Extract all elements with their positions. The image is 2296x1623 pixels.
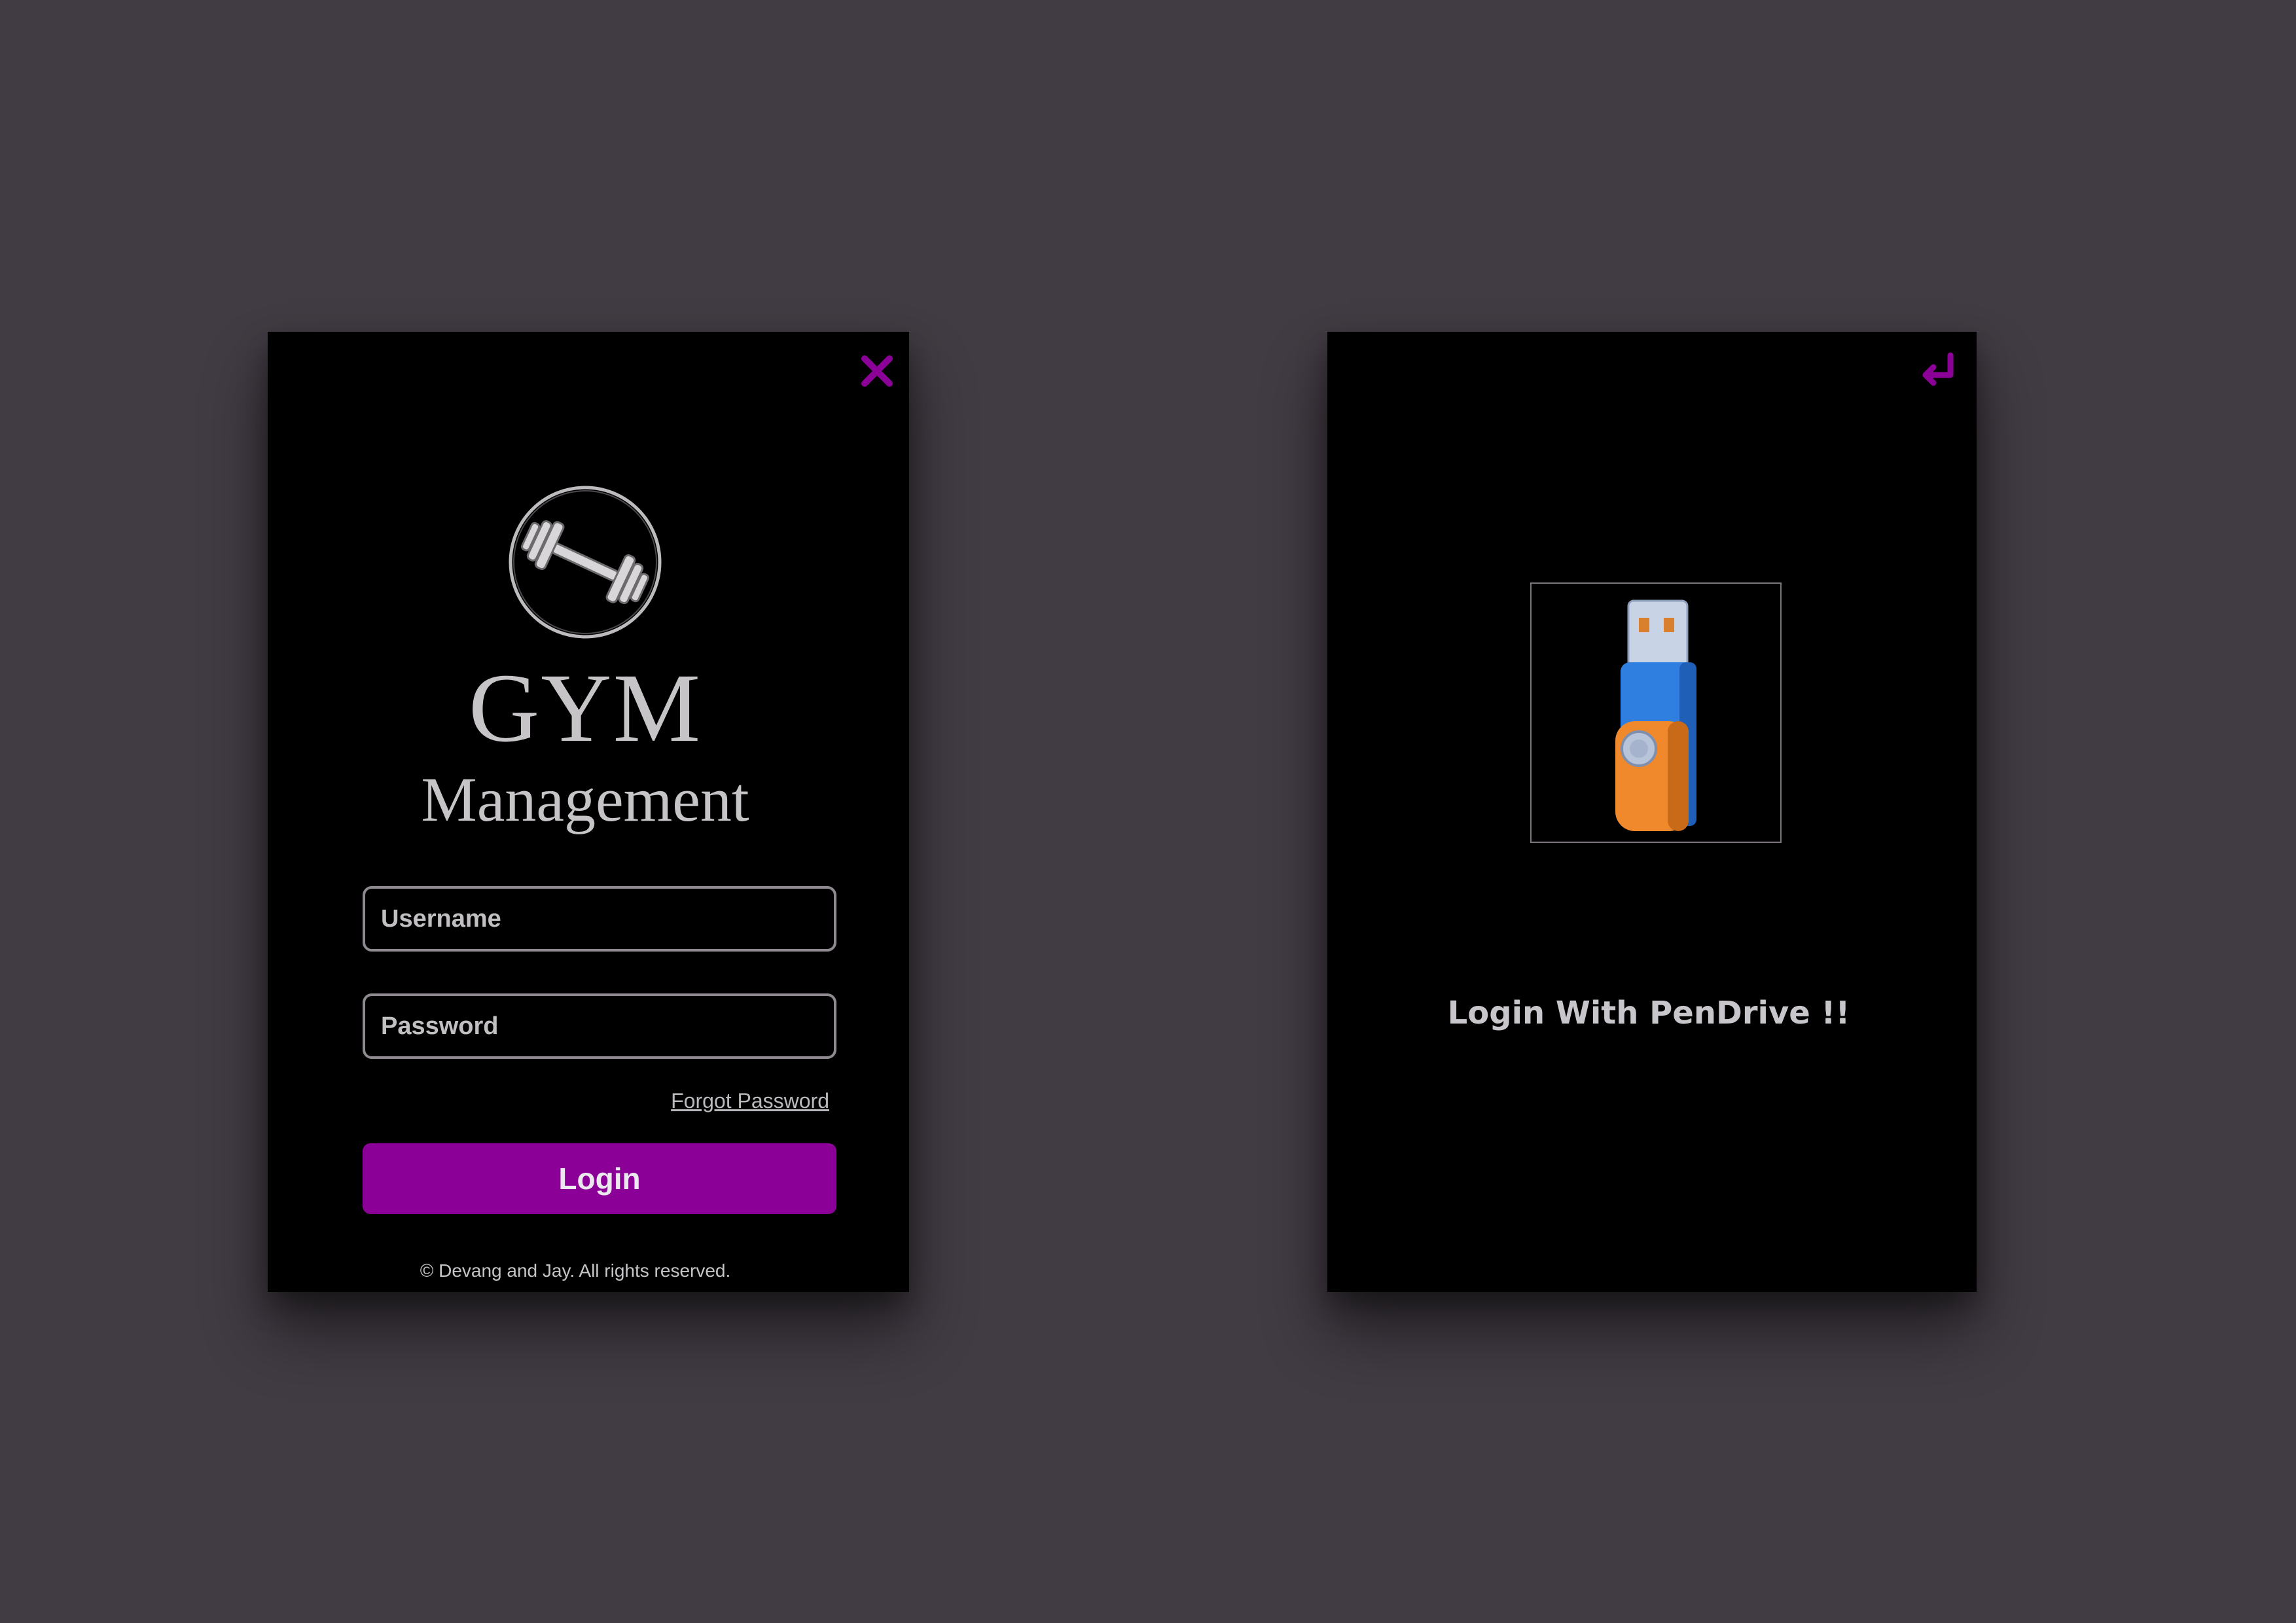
login-panel: GYM Management Forgot Password Login © D… [268,332,909,1292]
login-button[interactable]: Login [363,1143,836,1214]
copyright-text: © Devang and Jay. All rights reserved. [420,1260,731,1281]
dumbbell-icon [509,486,662,639]
close-icon [861,355,893,387]
pendrive-login-label: Login With PenDrive !! [1447,995,1850,1031]
return-arrow-icon [1922,352,1954,386]
back-button[interactable] [1915,348,1962,395]
pendrive-image-frame[interactable] [1530,582,1782,843]
close-button[interactable] [853,348,901,395]
username-input[interactable] [365,889,834,949]
password-input[interactable] [365,996,834,1056]
usb-pendrive-icon [1615,599,1696,831]
pendrive-panel: Login With PenDrive !! [1327,332,1977,1292]
app-title: GYM [468,654,702,762]
password-field-frame [363,993,836,1059]
username-field-frame [363,886,836,952]
forgot-password-link[interactable]: Forgot Password [671,1089,829,1113]
app-subtitle: Management [421,764,749,834]
